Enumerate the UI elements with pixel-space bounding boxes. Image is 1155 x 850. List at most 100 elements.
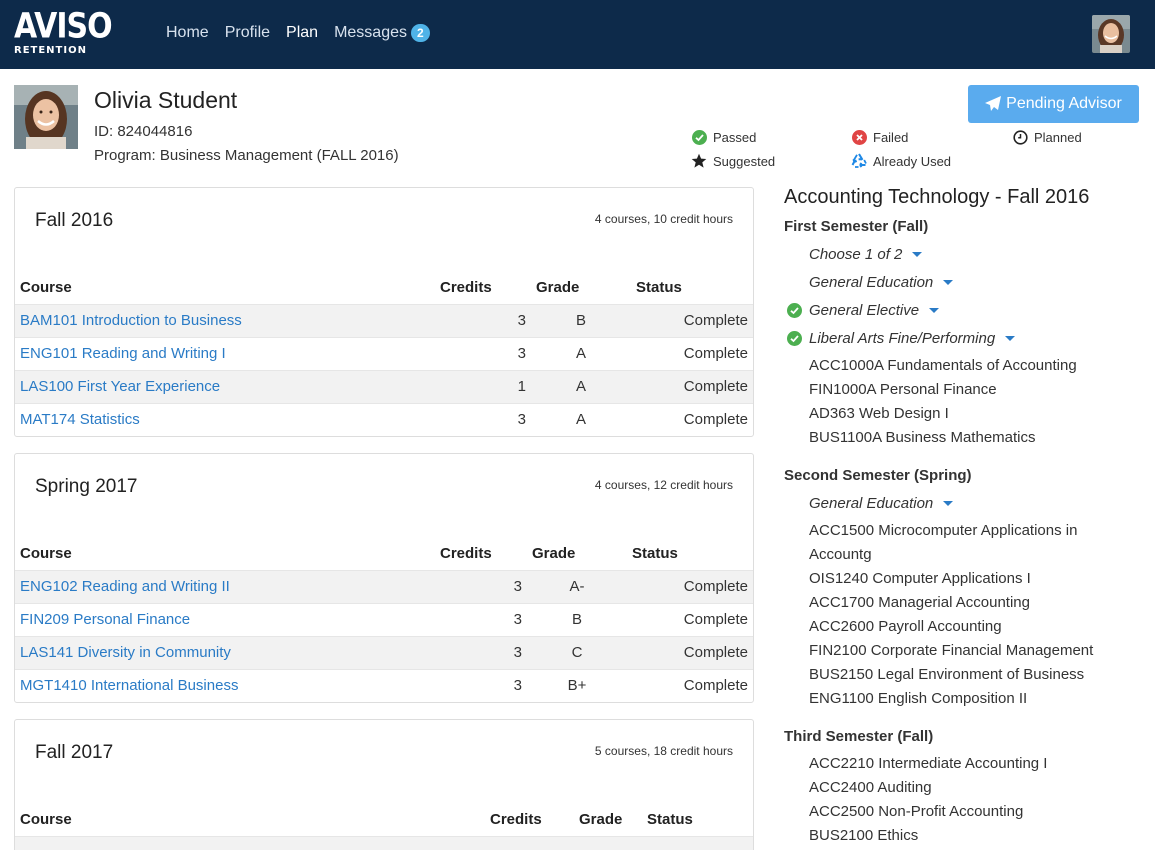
course-link[interactable]: LAS100 First Year Experience <box>20 378 220 395</box>
requirement-label: General Elective <box>809 302 920 319</box>
table-row: MGT1410 International Business 3 B+ Comp… <box>15 668 753 702</box>
col-status: Status <box>632 544 678 562</box>
messages-count-badge: 2 <box>411 24 430 42</box>
plan-course: FIN2100 Corporate Financial Management <box>809 642 1094 659</box>
requirement-dropdown[interactable]: Liberal Arts Fine/Performing <box>809 330 1016 347</box>
plan-course: ACC2400 Auditing <box>809 779 932 796</box>
check-circle-icon <box>691 129 707 145</box>
student-name: Olivia Student <box>94 87 238 113</box>
student-program: Program: Business Management (FALL 2016) <box>94 147 399 164</box>
course-link[interactable]: MGT1410 International Business <box>20 677 238 694</box>
legend-planned-label: Planned <box>1034 129 1082 145</box>
star-icon <box>691 153 707 169</box>
plan-course: ACC2600 Payroll Accounting <box>809 618 1002 635</box>
term-summary: 4 courses, 10 credit hours <box>594 212 733 226</box>
table-row: ENG102 Reading and Writing II 3 A- Compl… <box>15 569 753 603</box>
requirement-dropdown[interactable]: General Education <box>809 495 954 512</box>
caret-down-icon <box>943 501 954 506</box>
course-link[interactable]: MAT174 Statistics <box>20 411 140 428</box>
course-link[interactable]: ENG102 Reading and Writing II <box>20 578 230 595</box>
credits-cell: 1 <box>435 369 531 403</box>
requirement-label: Choose 1 of 2 <box>809 246 903 263</box>
legend-failed: Failed <box>851 129 908 145</box>
status-cell: Complete <box>631 369 753 403</box>
plan-course: AD363 Web Design I <box>809 405 949 422</box>
user-avatar[interactable] <box>1092 15 1130 53</box>
term-panel-spring-2017: Spring 2017 4 courses, 12 credit hours C… <box>14 453 754 703</box>
credits-cell: 3 <box>435 336 531 370</box>
col-credits: Credits <box>440 278 492 296</box>
grade-cell: A <box>531 402 631 436</box>
plan-course: BUS2150 Legal Environment of Business <box>809 666 1085 683</box>
col-grade: Grade <box>532 544 576 562</box>
grade-cell: B <box>531 303 631 337</box>
plan-course: ACC1700 Managerial Accounting <box>809 594 1030 611</box>
grade-cell: B <box>527 602 627 636</box>
nav-messages[interactable]: Messages 2 <box>334 24 430 42</box>
col-grade: Grade <box>579 810 623 828</box>
course-link[interactable]: ENG101 Reading and Writing I <box>20 345 226 362</box>
legend-already-used-label: Already Used <box>873 153 952 169</box>
col-credits: Credits <box>490 810 542 828</box>
requirement-label: Liberal Arts Fine/Performing <box>809 330 996 347</box>
program-plan-title: Accounting Technology - Fall 2016 <box>784 186 1090 208</box>
legend-planned: Planned <box>1012 129 1082 145</box>
table-row: LAS100 First Year Experience 1 A Complet… <box>15 369 753 403</box>
credits-cell: 3 <box>435 569 527 603</box>
grade-cell: C <box>527 635 627 669</box>
check-circle-icon <box>787 303 802 318</box>
grade-cell: A <box>531 369 631 403</box>
requirement-dropdown[interactable]: General Education <box>809 274 954 291</box>
plan-course: ACC2210 Intermediate Accounting I <box>809 755 1048 772</box>
student-photo <box>14 85 78 149</box>
x-circle-icon <box>851 129 867 145</box>
plan-course: ACC1500 Microcomputer Applications in Ac… <box>809 522 1078 563</box>
col-status: Status <box>647 810 693 828</box>
col-status: Status <box>636 278 682 296</box>
table-row: MAT174 Statistics 3 A Complete <box>15 402 753 436</box>
grade-cell: B+ <box>527 668 627 702</box>
term-summary: 5 courses, 18 credit hours <box>594 744 733 758</box>
course-link[interactable]: FIN209 Personal Finance <box>20 611 190 628</box>
send-icon <box>985 96 1002 111</box>
nav-plan[interactable]: Plan <box>286 24 318 42</box>
nav-profile[interactable]: Profile <box>225 24 270 42</box>
plan-course: OIS1240 Computer Applications I <box>809 570 1031 587</box>
term-summary: 4 courses, 12 credit hours <box>594 478 733 492</box>
plan-course: ENG1100 English Composition II <box>809 690 1028 707</box>
plan-course: BUS1100A Business Mathematics <box>809 429 1036 446</box>
grade-cell: A <box>531 336 631 370</box>
course-link[interactable]: LAS141 Diversity in Community <box>20 644 231 661</box>
recycle-icon <box>851 153 867 169</box>
legend-passed: Passed <box>691 129 756 145</box>
nav-messages-label: Messages <box>334 24 407 41</box>
aviso-logo[interactable]: AVISO RETENTION <box>14 9 113 58</box>
semester-title: Second Semester (Spring) <box>784 467 972 484</box>
credits-cell: 3 <box>435 303 531 337</box>
pending-advisor-button[interactable]: Pending Advisor <box>968 85 1139 123</box>
credits-cell: 3 <box>435 602 527 636</box>
course-link[interactable]: BAM101 Introduction to Business <box>20 312 242 329</box>
status-cell: Complete <box>631 336 753 370</box>
nav-home[interactable]: Home <box>166 24 209 42</box>
col-grade: Grade <box>536 278 580 296</box>
logo-text-bottom: RETENTION <box>14 45 87 56</box>
caret-down-icon <box>929 308 940 313</box>
requirement-dropdown[interactable]: Choose 1 of 2 <box>809 246 923 263</box>
credits-cell: 3 <box>435 402 531 436</box>
col-credits: Credits <box>440 544 492 562</box>
table-row: FIN209 Personal Finance 3 B Complete <box>15 602 753 636</box>
check-circle-icon <box>787 331 802 346</box>
clock-icon <box>1012 129 1028 145</box>
table-row: LAS141 Diversity in Community 3 C Comple… <box>15 635 753 669</box>
course-table: Course Credits Grade Status <box>15 803 753 850</box>
top-navbar: AVISO RETENTION Home Profile Plan Messag… <box>0 0 1155 69</box>
requirement-dropdown[interactable]: General Elective <box>809 302 940 319</box>
course-table: Course Credits Grade Status BAM101 Intro… <box>15 271 753 436</box>
legend-passed-label: Passed <box>713 129 757 145</box>
plan-course: ACC2500 Non-Profit Accounting <box>809 803 1024 820</box>
caret-down-icon <box>943 280 954 285</box>
legend-already-used: Already Used <box>851 153 951 169</box>
course-table: Course Credits Grade Status ENG102 Readi… <box>15 537 753 702</box>
semester-title: Third Semester (Fall) <box>784 728 934 745</box>
